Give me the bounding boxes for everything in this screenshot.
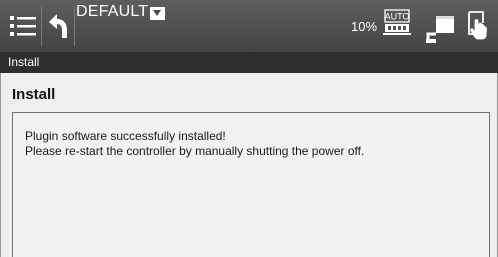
auto-mode-icon: AUTO [383,9,411,35]
toolbar-divider [74,6,75,46]
undo-icon [49,14,67,38]
toolbar-divider [41,6,42,46]
dropdown-arrow-icon [150,6,166,20]
hand-touch-icon [468,11,487,40]
top-toolbar: DEFAULT 10% AUTO [0,0,498,52]
profile-label: DEFAULT [76,3,149,20]
page-title: Install [12,86,56,103]
menu-icon [10,16,36,36]
breadcrumb: Install [0,52,498,73]
undo-button[interactable] [44,9,72,43]
auto-mode-button[interactable]: AUTO [381,8,413,38]
speed-percent[interactable]: 10% [351,19,377,34]
menu-button[interactable] [8,9,38,43]
hand-touch-button[interactable] [466,10,492,40]
breadcrumb-item: Install [8,55,40,69]
profile-selector[interactable]: DEFAULT [76,3,166,21]
svg-text:AUTO: AUTO [385,12,410,22]
message-line-1: Plugin software successfully installed! [25,129,226,143]
screen: DEFAULT 10% AUTO Install Install Plugin … [0,0,498,257]
message-line-2: Please re-start the controller by manual… [25,144,365,158]
display-monitor-button[interactable] [424,12,456,44]
message-box: Plugin software successfully installed! … [12,112,490,257]
main-content: Install Plugin software successfully ins… [0,73,498,257]
display-monitor-icon [426,16,454,43]
